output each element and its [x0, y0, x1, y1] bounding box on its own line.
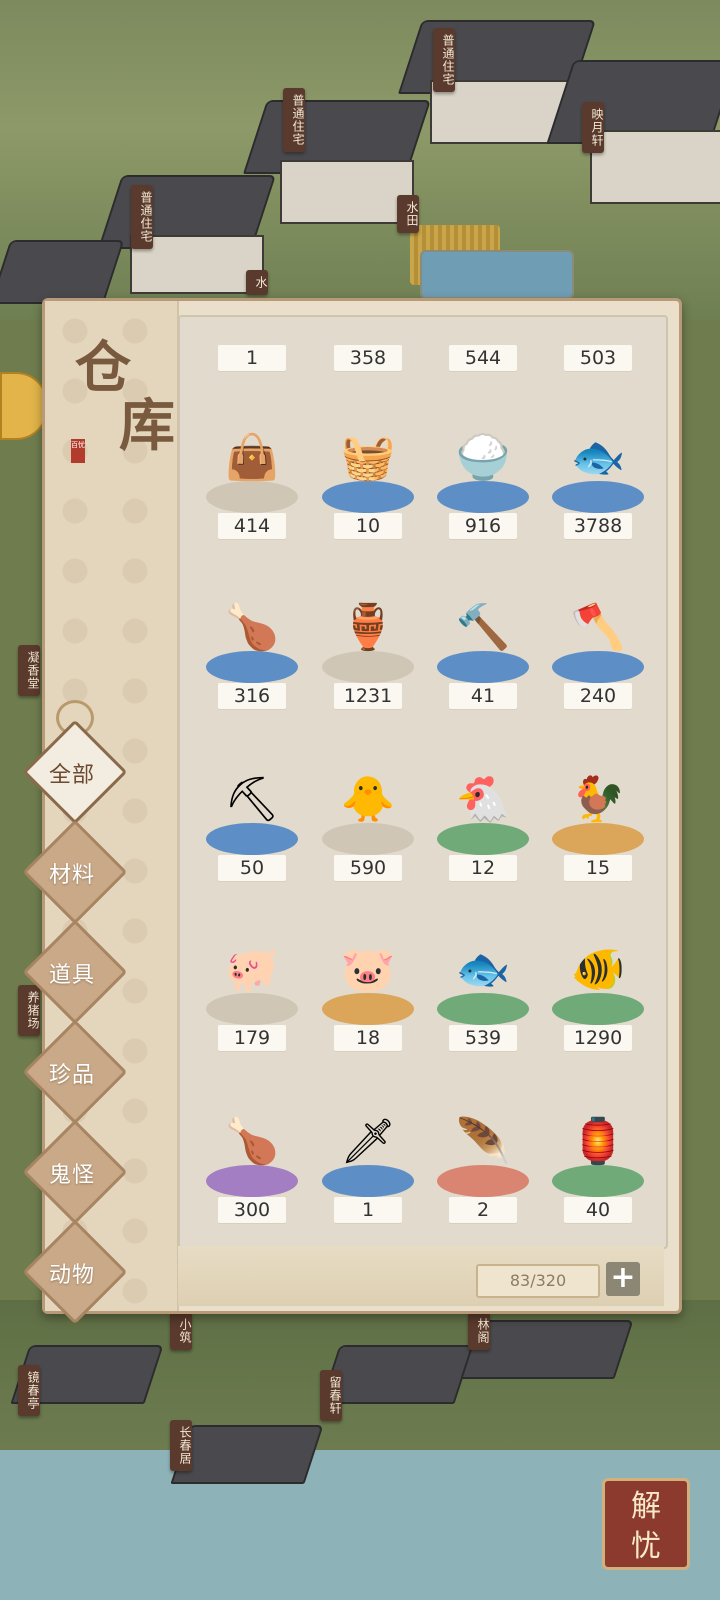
item-slot[interactable]: 🐖 179: [194, 921, 306, 1071]
item-count: 916: [449, 513, 517, 539]
chick-icon: 🐥: [340, 774, 396, 825]
jieyou-char: 解: [631, 1489, 661, 1524]
item-count: 539: [449, 1025, 517, 1051]
wooden-sword-icon: 🗡: [340, 1116, 396, 1167]
item-slot[interactable]: 🐟 539: [425, 921, 537, 1071]
blue-fish-icon: 🐟: [455, 944, 511, 995]
building-sign[interactable]: 水田: [397, 195, 419, 233]
roast-chicken-raw-icon: 🍗: [224, 602, 280, 653]
fish-meat-icon: 🐟: [570, 432, 626, 483]
item-slot[interactable]: 🍚 916: [425, 409, 537, 559]
item-count: 240: [564, 683, 632, 709]
item-slot[interactable]: 🐓 15: [540, 751, 652, 901]
rice-basket-icon: 🧺: [340, 432, 396, 483]
title-char: 库: [119, 393, 175, 459]
pond: [420, 250, 574, 299]
item-slot[interactable]: 🔨 41: [425, 579, 537, 729]
building-sign[interactable]: 林阁: [468, 1312, 490, 1350]
item-count: 40: [564, 1197, 632, 1223]
item-count: 41: [449, 683, 517, 709]
item-count: 15: [564, 855, 632, 881]
building-sign[interactable]: 水: [246, 270, 268, 295]
duster-icon: 🪶: [455, 1116, 511, 1167]
building-sign[interactable]: 养猪场: [18, 985, 40, 1036]
building-sign[interactable]: 小筑: [170, 1312, 192, 1350]
house-roof: [320, 1345, 474, 1404]
warehouse-title: 仓 库 百忧: [67, 319, 177, 469]
building-sign[interactable]: 凝香堂: [18, 645, 40, 696]
rice-sack-icon: 🍚: [455, 432, 511, 483]
building-sign[interactable]: 映月轩: [582, 102, 604, 153]
item-grid[interactable]: 1 358 544 503 👜 414 🧺 10 🍚 916 🐟 3788 🍗 316 🏺 1231 🔨 41 🪓 2…: [178, 315, 668, 1249]
item-count: 1290: [564, 1025, 632, 1051]
hammer-icon: 🔨: [455, 602, 511, 653]
pig-icon: 🐖: [224, 944, 280, 995]
item-count: 10: [334, 513, 402, 539]
item-count: 316: [218, 683, 286, 709]
item-slot[interactable]: ⛏ 50: [194, 751, 306, 901]
item-count: 12: [449, 855, 517, 881]
item-count: 590: [334, 855, 402, 881]
item-count: 414: [218, 513, 286, 539]
item-slot[interactable]: 🗡 1: [310, 1093, 422, 1243]
house: [280, 160, 414, 224]
building-sign[interactable]: 普通住宅: [433, 28, 455, 92]
title-seal: 百忧: [71, 439, 85, 463]
item-slot[interactable]: 🏺 1231: [310, 579, 422, 729]
item-count: 18: [334, 1025, 402, 1051]
jieyou-char: 忧: [631, 1529, 661, 1564]
item-slot[interactable]: 🐔 12: [425, 751, 537, 901]
panel-bottom-bar: 83/320 +: [178, 1246, 664, 1306]
building-sign[interactable]: 长春居: [170, 1420, 192, 1471]
item-count: 2: [449, 1197, 517, 1223]
big-blue-fish-icon: 🐠: [570, 944, 626, 995]
item-slot[interactable]: 🐟 3788: [540, 409, 652, 559]
house: [590, 130, 720, 204]
item-slot[interactable]: 🪓 240: [540, 579, 652, 729]
item-slot[interactable]: 🍗 316: [194, 579, 306, 729]
item-slot[interactable]: 🐷 18: [310, 921, 422, 1071]
warehouse-panel: 仓 库 百忧 1 358 544 503 👜 414 🧺 10 🍚 916 🐟 3788 🍗 316 🏺 12…: [42, 298, 682, 1314]
building-sign[interactable]: 镜春亭: [18, 1365, 40, 1416]
hen-icon: 🐔: [455, 774, 511, 825]
item-count: 179: [218, 1025, 286, 1051]
item-count: 1231: [334, 683, 402, 709]
item-slot[interactable]: 🐠 1290: [540, 921, 652, 1071]
item-count: 544: [449, 345, 517, 371]
item-count: 1: [218, 345, 286, 371]
wine-jar-icon: 🏺: [340, 602, 396, 653]
axe-icon: 🪓: [570, 602, 626, 653]
building-sign[interactable]: 普通住宅: [131, 185, 153, 249]
item-count: 50: [218, 855, 286, 881]
house-roof: [0, 240, 125, 304]
shovel-icon: ⛏: [224, 774, 280, 825]
item-slot[interactable]: 👜 414: [194, 409, 306, 559]
house-roof: [170, 1425, 324, 1484]
building-sign[interactable]: 普通住宅: [283, 88, 305, 152]
item-count: 300: [218, 1197, 286, 1223]
item-count: 3788: [564, 513, 632, 539]
item-count: 358: [334, 345, 402, 371]
grain-bag-icon: 👜: [224, 432, 280, 483]
item-count: 1: [334, 1197, 402, 1223]
expand-capacity-button[interactable]: +: [606, 1262, 640, 1296]
item-slot[interactable]: 🐥 590: [310, 751, 422, 901]
item-slot[interactable]: 🏮 40: [540, 1093, 652, 1243]
rooster-icon: 🐓: [570, 774, 626, 825]
item-slot[interactable]: 🧺 10: [310, 409, 422, 559]
capacity-counter: 83/320: [476, 1264, 600, 1298]
building-sign[interactable]: 留春轩: [320, 1370, 342, 1421]
item-slot[interactable]: 🪶 2: [425, 1093, 537, 1243]
jieyou-button[interactable]: 解 忧: [602, 1478, 690, 1570]
roast-chicken-dish-icon: 🍗: [224, 1116, 280, 1167]
talisman-charm-icon: 🏮: [570, 1116, 626, 1167]
sparkle-pig-icon: 🐷: [340, 944, 396, 995]
item-count: 503: [564, 345, 632, 371]
item-slot[interactable]: 🍗 300: [194, 1093, 306, 1243]
